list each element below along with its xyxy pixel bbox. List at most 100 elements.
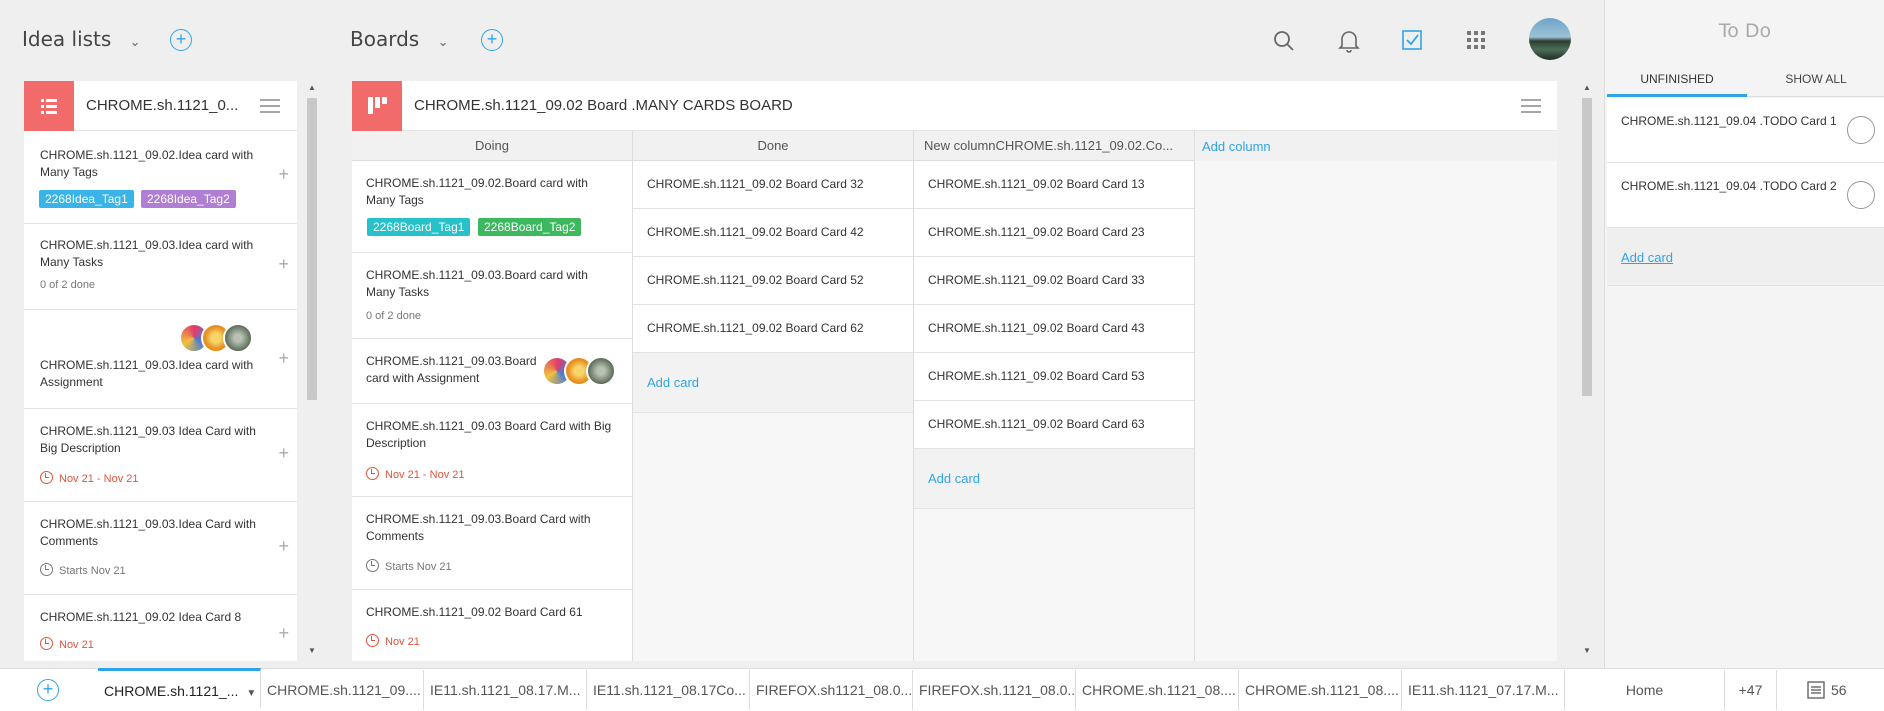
idea-card[interactable]: CHROME.sh.1121_09.02 Idea Card 8 Nov 21 … [24, 595, 297, 661]
todo-item[interactable]: CHROME.sh.1121_09.04 .TODO Card 1 [1607, 98, 1884, 163]
boards-title[interactable]: Boards ⌄ [350, 27, 448, 51]
board-card-title: CHROME.sh.1121_09.03.Board card with [366, 268, 588, 282]
menu-icon[interactable] [259, 97, 281, 115]
bottom-tab[interactable]: CHROME.sh.1121_08.... [1076, 670, 1239, 710]
more-tabs-count[interactable]: +47 [1725, 670, 1777, 710]
board-card-title: CHROME.sh.1121_09.02 Board Card 43 [928, 321, 1145, 335]
idea-list-header: CHROME.sh.1121_0... [24, 81, 297, 131]
bottom-tab[interactable]: FIREFOX.sh1121_08.0... [750, 670, 913, 710]
todo-checkbox-icon[interactable] [1401, 29, 1423, 51]
board-card[interactable]: CHROME.sh.1121_09.03 Board Card with Big… [352, 404, 632, 497]
list-count: 56 [1831, 682, 1847, 698]
chevron-down-icon[interactable]: ⌄ [438, 35, 449, 50]
add-icon[interactable]: + [278, 623, 289, 644]
bell-icon[interactable] [1337, 28, 1361, 54]
add-card-link[interactable]: Add card [647, 375, 699, 390]
board-card-title: CHROME.sh.1121_09.03.Board [366, 354, 537, 368]
idea-card-title: CHROME.sh.1121_09.02.Idea card with [40, 148, 254, 162]
idea-list-scrollbar[interactable]: ▲ ▼ [305, 81, 319, 661]
add-tab-icon[interactable]: + [37, 679, 59, 701]
board-card[interactable]: CHROME.sh.1121_09.02 Board Card 61 Nov 2… [352, 590, 632, 661]
bottom-tab[interactable]: CHROME.sh.1121_08.... [1239, 670, 1402, 710]
idea-card[interactable]: CHROME.sh.1121_09.02.Idea card with Many … [24, 131, 297, 224]
scroll-up-icon[interactable]: ▲ [308, 83, 316, 92]
column-header-doing[interactable]: Doing [352, 131, 633, 161]
board-card[interactable]: CHROME.sh.1121_09.02 Board Card 42 [633, 209, 913, 257]
add-card-link[interactable]: Add card [928, 471, 980, 486]
start-date-text: Starts Nov 21 [385, 561, 452, 573]
add-idea-list-icon[interactable]: + [170, 29, 192, 51]
board-scrollbar[interactable]: ▲ ▼ [1580, 81, 1594, 661]
todo-complete-circle-icon[interactable] [1847, 116, 1875, 144]
add-icon[interactable]: + [278, 443, 289, 464]
home-tab[interactable]: Home [1565, 670, 1725, 710]
idea-lists-title[interactable]: Idea lists ⌄ [22, 27, 141, 51]
bottom-tab-active[interactable]: CHROME.sh.1121_... ▼ [98, 668, 261, 708]
idea-list-title: CHROME.sh.1121_0... [86, 97, 239, 114]
search-icon[interactable] [1272, 29, 1296, 53]
todo-complete-circle-icon[interactable] [1847, 181, 1875, 209]
board-card[interactable]: CHROME.sh.1121_09.02 Board Card 33 [914, 257, 1194, 305]
user-avatar[interactable] [1529, 18, 1571, 60]
idea-card[interactable]: CHROME.sh.1121_09.03.Idea Card with Comme… [24, 502, 297, 595]
add-icon[interactable]: + [278, 164, 289, 185]
tab-unfinished[interactable]: UNFINISHED [1607, 64, 1747, 97]
scroll-up-icon[interactable]: ▲ [1583, 83, 1591, 92]
todo-item[interactable]: CHROME.sh.1121_09.04 .TODO Card 2 [1607, 163, 1884, 228]
column-doing: CHROME.sh.1121_09.02.Board card with Many… [352, 161, 633, 661]
clock-icon [40, 563, 53, 576]
clock-icon [366, 467, 379, 480]
idea-card[interactable]: CHROME.sh.1121_09.03 Idea Card with Big D… [24, 409, 297, 502]
scroll-down-icon[interactable]: ▼ [1583, 646, 1591, 655]
caret-down-icon[interactable]: ▼ [246, 688, 256, 699]
apps-grid-icon[interactable] [1466, 30, 1486, 50]
board-panel: CHROME.sh.1121_09.02 Board .MANY CARDS B… [352, 81, 1557, 661]
bottom-tab[interactable]: IE11.sh.1121_07.17.M... [1402, 670, 1565, 710]
board-card[interactable]: CHROME.sh.1121_09.02 Board Card 32 [633, 161, 913, 209]
tab-list-button[interactable]: 56 [1777, 670, 1884, 710]
add-icon[interactable]: + [278, 254, 289, 275]
board-card[interactable]: CHROME.sh.1121_09.03.Board card with Many… [352, 253, 632, 339]
bottom-tab[interactable]: CHROME.sh.1121_09.... [261, 670, 424, 710]
idea-card[interactable]: CHROME.sh.1121_09.03.Idea card with Assig… [24, 310, 297, 409]
due-date-text: Nov 21 - Nov 21 [385, 469, 465, 481]
add-icon[interactable]: + [278, 348, 289, 369]
board-card[interactable]: CHROME.sh.1121_09.02 Board Card 23 [914, 209, 1194, 257]
bottom-tab[interactable]: IE11.sh.1121_08.17Co... [587, 670, 750, 710]
todo-add-card-link[interactable]: Add card [1621, 250, 1673, 265]
board-card[interactable]: CHROME.sh.1121_09.02.Board card with Many… [352, 161, 632, 253]
board-card[interactable]: CHROME.sh.1121_09.03.Board card with Assi… [352, 339, 632, 404]
chevron-down-icon[interactable]: ⌄ [130, 35, 141, 50]
scrollbar-thumb[interactable] [1582, 98, 1592, 396]
idea-card-title: CHROME.sh.1121_09.03.Idea Card with [40, 517, 256, 531]
board-card[interactable]: CHROME.sh.1121_09.02 Board Card 43 [914, 305, 1194, 353]
column-header-done[interactable]: Done [633, 131, 914, 161]
add-column-link[interactable]: Add column [1202, 139, 1271, 154]
idea-list-icon [24, 81, 74, 131]
board-header: CHROME.sh.1121_09.02 Board .MANY CARDS B… [352, 81, 1557, 131]
scrollbar-thumb[interactable] [307, 98, 317, 400]
board-card[interactable]: CHROME.sh.1121_09.02 Board Card 52 [633, 257, 913, 305]
bottom-tab[interactable]: FIREFOX.sh.1121_08.0... [913, 670, 1076, 710]
clock-icon [40, 637, 53, 650]
board-card[interactable]: CHROME.sh.1121_09.02 Board Card 62 [633, 305, 913, 353]
scroll-down-icon[interactable]: ▼ [308, 646, 316, 655]
add-icon[interactable]: + [278, 536, 289, 557]
tab-show-all[interactable]: SHOW ALL [1747, 64, 1884, 97]
idea-card-title: CHROME.sh.1121_09.03.Idea card with [40, 358, 254, 372]
boards-label: Boards [350, 27, 420, 51]
column-header-new[interactable]: New columnCHROME.sh.1121_09.02.Co... [914, 131, 1195, 161]
column-new: CHROME.sh.1121_09.02 Board Card 13 CHROM… [914, 161, 1195, 661]
board-card[interactable]: CHROME.sh.1121_09.02 Board Card 63 [914, 401, 1194, 449]
add-board-icon[interactable]: + [481, 29, 503, 51]
bottom-tab[interactable]: IE11.sh.1121_08.17.M... [424, 670, 587, 710]
menu-icon[interactable] [1520, 97, 1542, 115]
board-tag: 2268Board_Tag2 [478, 218, 582, 236]
due-date: Nov 21 - Nov 21 [40, 471, 138, 485]
board-card-title: CHROME.sh.1121_09.02 Board Card 62 [647, 321, 864, 335]
idea-card[interactable]: CHROME.sh.1121_09.03.Idea card with Many … [24, 224, 297, 310]
idea-tag: 2268Idea_Tag2 [141, 190, 236, 208]
board-card[interactable]: CHROME.sh.1121_09.03.Board Card with Comm… [352, 497, 632, 590]
board-card[interactable]: CHROME.sh.1121_09.02 Board Card 13 [914, 161, 1194, 209]
board-card[interactable]: CHROME.sh.1121_09.02 Board Card 53 [914, 353, 1194, 401]
